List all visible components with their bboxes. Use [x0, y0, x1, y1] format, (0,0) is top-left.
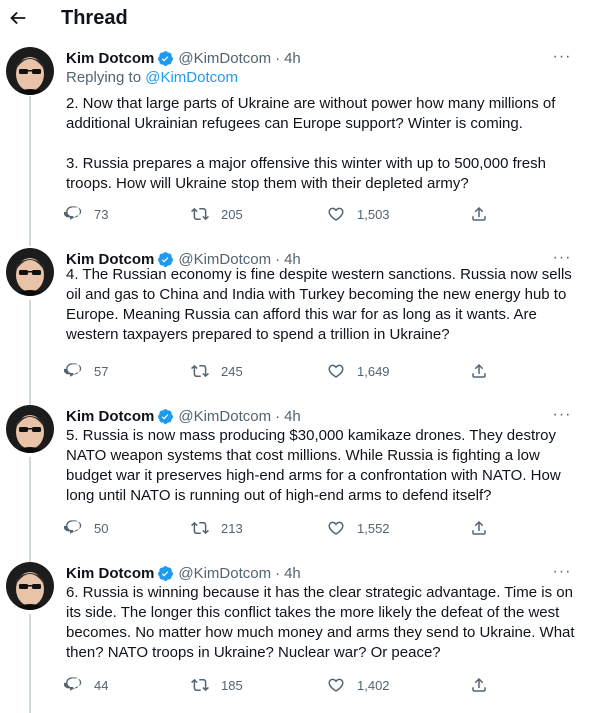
share-icon: [472, 677, 486, 692]
tweet-text: 6. Russia is winning because it has the …: [66, 584, 575, 661]
retweet-button[interactable]: 213: [191, 519, 243, 537]
display-name[interactable]: Kim Dotcom: [66, 565, 154, 582]
heart-icon: [328, 678, 344, 692]
more-icon: ···: [552, 48, 572, 65]
arrow-left-icon: [10, 11, 26, 25]
avatar-image: [6, 405, 54, 453]
share-icon: [472, 520, 486, 535]
like-count: 1,552: [357, 520, 390, 536]
tweet[interactable]: Kim Dotcom @KimDotcom · 4h ··· Replying …: [0, 47, 600, 232]
tweet-text: 5. Russia is now mass producing $30,000 …: [66, 427, 561, 504]
tweet-actions: 57 245 1,649: [64, 362, 494, 384]
avatar-image: [6, 248, 54, 296]
reply-count: 73: [94, 206, 109, 222]
verified-badge-icon: [157, 408, 174, 425]
avatar[interactable]: [6, 405, 54, 453]
reply-icon: [64, 363, 82, 377]
like-button[interactable]: 1,402: [327, 676, 390, 694]
share-button[interactable]: [470, 676, 488, 694]
like-button[interactable]: 1,649: [327, 362, 390, 380]
share-icon: [472, 206, 486, 221]
tweet-header: Kim Dotcom @KimDotcom · 4h: [66, 405, 301, 427]
more-button[interactable]: ···: [552, 405, 572, 425]
retweet-icon: [191, 364, 209, 378]
tweet[interactable]: Kim Dotcom @KimDotcom · 4h ··· 6. Russia…: [0, 562, 600, 702]
retweet-icon: [191, 207, 209, 221]
avatar[interactable]: [6, 248, 54, 296]
share-button[interactable]: [470, 362, 488, 380]
share-icon: [472, 363, 486, 378]
more-button[interactable]: ···: [552, 47, 572, 67]
heart-icon: [328, 521, 344, 535]
tweet-text: 2. Now that large parts of Ukraine are w…: [66, 95, 556, 192]
timestamp[interactable]: 4h: [284, 408, 301, 425]
replying-to: Replying to @KimDotcom: [66, 69, 238, 86]
more-icon: ···: [552, 406, 572, 423]
handle[interactable]: @KimDotcom: [178, 50, 271, 67]
verified-badge-icon: [157, 565, 174, 582]
tweet[interactable]: Kim Dotcom @KimDotcom · 4h ··· 4. The Ru…: [0, 248, 600, 388]
heart-icon: [328, 364, 344, 378]
back-button[interactable]: [6, 6, 30, 30]
reply-count: 50: [94, 520, 109, 536]
tweet-actions: 73 205 1,503: [64, 205, 494, 227]
retweet-button[interactable]: 205: [191, 205, 243, 223]
timestamp[interactable]: 4h: [284, 50, 301, 67]
tweet-header: Kim Dotcom @KimDotcom · 4h: [66, 562, 301, 584]
retweet-count: 213: [221, 520, 243, 536]
retweet-count: 205: [221, 206, 243, 222]
separator-dot: ·: [275, 564, 281, 582]
display-name[interactable]: Kim Dotcom: [66, 50, 154, 67]
separator-dot: ·: [275, 49, 281, 67]
heart-icon: [328, 207, 344, 221]
more-icon: ···: [552, 563, 572, 580]
reply-button[interactable]: 50: [64, 519, 108, 537]
replying-prefix: Replying to: [66, 69, 146, 86]
thread-header: Thread: [0, 0, 600, 40]
avatar[interactable]: [6, 562, 54, 610]
like-count: 1,503: [357, 206, 390, 222]
reply-button[interactable]: 57: [64, 362, 108, 380]
reply-icon: [64, 520, 82, 534]
reply-button[interactable]: 44: [64, 676, 108, 694]
handle[interactable]: @KimDotcom: [178, 408, 271, 425]
retweet-button[interactable]: 185: [191, 676, 243, 694]
page-title: Thread: [61, 7, 128, 29]
verified-badge-icon: [157, 50, 174, 67]
retweet-icon: [191, 521, 209, 535]
retweet-count: 185: [221, 677, 243, 693]
tweet-actions: 44 185 1,402: [64, 676, 494, 698]
tweet-text: 4. The Russian economy is fine despite w…: [66, 266, 572, 343]
like-count: 1,649: [357, 363, 390, 379]
reply-count: 57: [94, 363, 109, 379]
reply-count: 44: [94, 677, 109, 693]
reply-icon: [64, 206, 82, 220]
tweet[interactable]: Kim Dotcom @KimDotcom · 4h ··· 5. Russia…: [0, 405, 600, 545]
timestamp[interactable]: 4h: [284, 565, 301, 582]
tweet-header: Kim Dotcom @KimDotcom · 4h: [66, 47, 301, 69]
separator-dot: ·: [275, 407, 281, 425]
avatar-image: [6, 47, 54, 95]
handle[interactable]: @KimDotcom: [178, 565, 271, 582]
reply-icon: [64, 677, 82, 691]
like-count: 1,402: [357, 677, 390, 693]
reply-button[interactable]: 73: [64, 205, 108, 223]
more-button[interactable]: ···: [552, 562, 572, 582]
avatar[interactable]: [6, 47, 54, 95]
retweet-count: 245: [221, 363, 243, 379]
like-button[interactable]: 1,503: [327, 205, 390, 223]
tweet-actions: 50 213 1,552: [64, 519, 494, 541]
retweet-icon: [191, 678, 209, 692]
share-button[interactable]: [470, 519, 488, 537]
replying-to-link[interactable]: @KimDotcom: [145, 69, 238, 86]
avatar-image: [6, 562, 54, 610]
retweet-button[interactable]: 245: [191, 362, 243, 380]
display-name[interactable]: Kim Dotcom: [66, 408, 154, 425]
share-button[interactable]: [470, 205, 488, 223]
like-button[interactable]: 1,552: [327, 519, 390, 537]
